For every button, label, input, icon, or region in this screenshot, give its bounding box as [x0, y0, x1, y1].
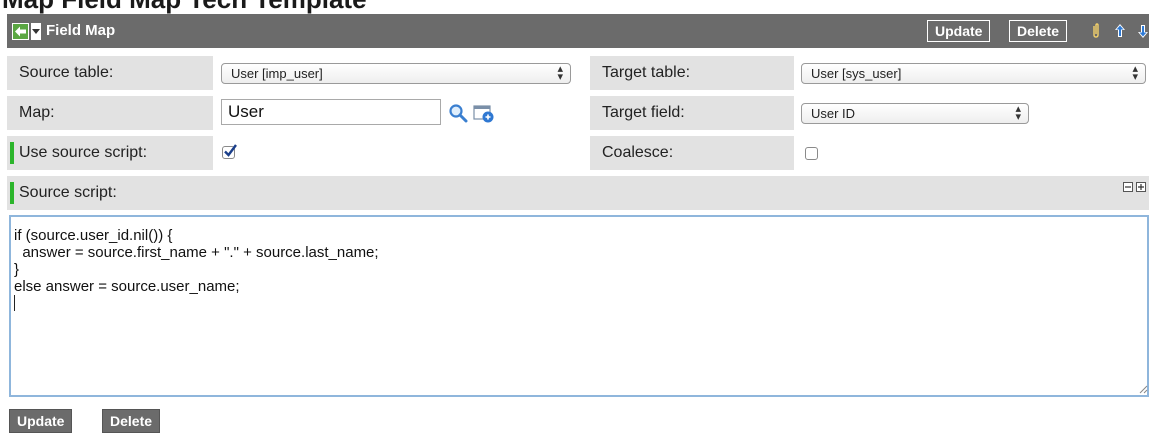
target-table-select[interactable]: User [sys_user] ▴ ▾: [801, 63, 1146, 84]
use-source-script-label-cell: Use source script:: [7, 136, 213, 170]
magnifier-icon[interactable]: [448, 103, 468, 123]
text-cursor: [14, 295, 15, 311]
back-arrow-icon: [15, 26, 26, 37]
source-script-label: Source script:: [19, 184, 117, 201]
coalesce-label-cell: Coalesce:: [590, 136, 794, 170]
row-options: Use source script: Coalesce:: [7, 136, 1149, 170]
arrow-up-icon[interactable]: [1114, 23, 1126, 39]
target-field-label: Target field:: [602, 104, 685, 121]
resize-handle-icon[interactable]: [1139, 385, 1148, 394]
coalesce-checkbox[interactable]: [805, 147, 818, 160]
context-menu-button[interactable]: [31, 23, 41, 40]
page-heading: Map Field Map Tech Template: [2, 0, 367, 14]
target-field-label-cell: Target field:: [590, 96, 794, 130]
use-source-script-checkbox[interactable]: [222, 144, 237, 159]
back-button[interactable]: [12, 23, 29, 40]
header-update-button[interactable]: Update: [927, 20, 991, 42]
source-script-label-cell: Source script:: [7, 176, 1149, 210]
source-table-select[interactable]: User [imp_user] ▴ ▾: [221, 63, 571, 84]
page-heading-cutoff: Map Field Map Tech Template: [0, 0, 1149, 14]
form-header: Field Map Update Delete: [7, 14, 1149, 48]
footer-delete-button[interactable]: Delete: [102, 409, 161, 433]
required-marker: [10, 142, 14, 164]
target-field-select[interactable]: User ID ▴ ▾: [801, 103, 1029, 124]
select-arrows-icon: ▴ ▾: [557, 63, 563, 83]
source-table-label: Source table:: [19, 64, 114, 81]
header-delete-button[interactable]: Delete: [1009, 20, 1068, 42]
coalesce-label: Coalesce:: [602, 144, 674, 161]
checkmark-icon: [224, 144, 237, 157]
plus-box-icon[interactable]: [1136, 182, 1146, 192]
source-table-label-cell: Source table:: [7, 56, 213, 90]
required-marker: [10, 182, 14, 204]
map-input[interactable]: [221, 99, 441, 125]
target-field-value: User ID: [811, 106, 856, 121]
map-label: Map:: [19, 104, 55, 121]
use-source-script-label: Use source script:: [19, 144, 148, 161]
arrow-down-icon[interactable]: [1137, 23, 1149, 39]
form-title: Field Map: [46, 22, 116, 39]
paperclip-icon[interactable]: [1092, 23, 1100, 39]
source-script-header: Source script:: [7, 176, 1149, 210]
target-table-label-cell: Target table:: [590, 56, 794, 90]
map-label-cell: Map:: [7, 96, 213, 130]
reference-info-icon[interactable]: [473, 104, 495, 124]
target-table-label: Target table:: [602, 64, 691, 81]
row-tables: Source table: User [imp_user] ▴ ▾ Target …: [7, 56, 1149, 90]
source-script-code: if (source.user_id.nil()) { answer = sou…: [14, 227, 379, 295]
select-arrows-icon: ▴ ▾: [1132, 63, 1138, 83]
minus-box-icon[interactable]: [1123, 182, 1133, 192]
source-table-value: User [imp_user]: [231, 66, 323, 81]
row-map: Map: Target field: User ID ▴▾: [7, 96, 1149, 130]
select-arrows-icon: ▴ ▾: [1015, 103, 1021, 123]
footer-update-button[interactable]: Update: [9, 409, 73, 433]
source-script-editor[interactable]: if (source.user_id.nil()) { answer = sou…: [9, 215, 1149, 397]
target-table-value: User [sys_user]: [811, 66, 902, 81]
context-menu-icon: [32, 29, 40, 34]
